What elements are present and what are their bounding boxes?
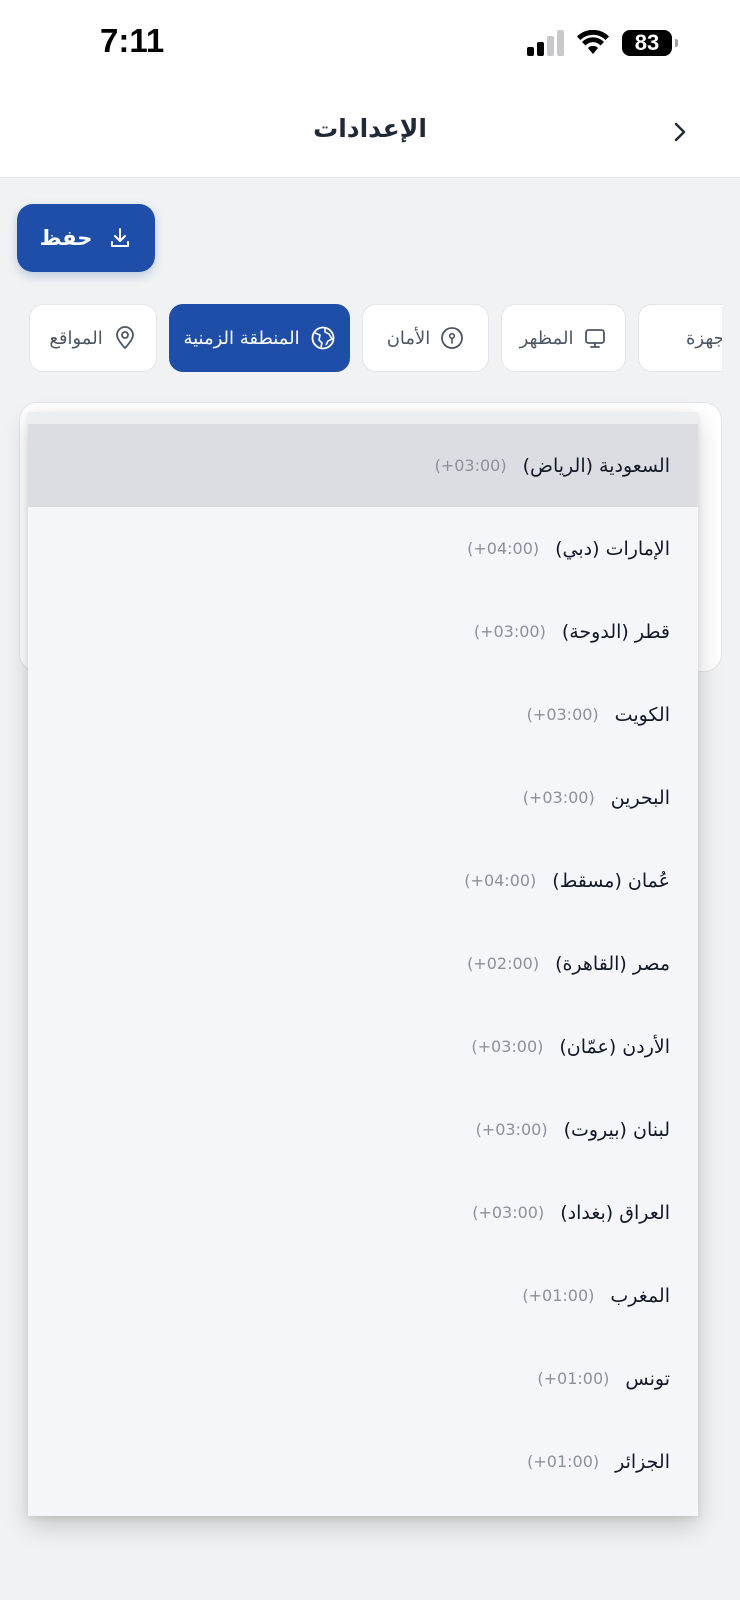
timezone-offset: (+01:00) bbox=[527, 1452, 600, 1471]
tab-label: المظهر bbox=[519, 327, 574, 349]
tab-timezone[interactable]: المنطقة الزمنية bbox=[169, 304, 350, 372]
tab-label: المواقع bbox=[49, 327, 103, 349]
status-bar: 7:11 83 bbox=[0, 0, 740, 90]
timezone-option[interactable]: العراق (بغداد) (+03:00) bbox=[28, 1171, 698, 1254]
timezone-offset: (+03:00) bbox=[472, 1203, 545, 1222]
timezone-option[interactable]: الجزائر (+01:00) bbox=[28, 1420, 698, 1503]
timezone-offset: (+04:00) bbox=[467, 539, 540, 558]
timezone-option[interactable]: الإمارات (دبي) (+04:00) bbox=[28, 507, 698, 590]
tab-label: الأمان bbox=[386, 327, 431, 349]
timezone-dropdown: السعودية (الرياض) (+03:00) الإمارات (دبي… bbox=[28, 412, 698, 1516]
timezone-name: العراق (بغداد) bbox=[560, 1201, 670, 1224]
timezone-offset: (+03:00) bbox=[475, 1120, 548, 1139]
save-button-label: حفظ bbox=[39, 226, 93, 250]
timezone-name: البحرين bbox=[610, 786, 670, 809]
timezone-name: لبنان (بيروت) bbox=[563, 1118, 670, 1141]
settings-tabs: المواقع المنطقة الزمنية الأمان المظهر ن … bbox=[0, 304, 722, 374]
timezone-option[interactable]: المغرب (+01:00) bbox=[28, 1254, 698, 1337]
tab-security[interactable]: الأمان bbox=[362, 304, 489, 372]
timezone-name: الجزائر bbox=[615, 1450, 670, 1473]
tab-devices[interactable]: ن الأجهزة bbox=[638, 304, 722, 372]
download-icon bbox=[111, 228, 130, 247]
tab-locations[interactable]: المواقع bbox=[29, 304, 157, 372]
timezone-name: الأردن (عمّان) bbox=[559, 1035, 670, 1058]
timezone-offset: (+01:00) bbox=[537, 1369, 610, 1388]
timezone-name: مصر (القاهرة) bbox=[555, 952, 670, 975]
timezone-name: تونس bbox=[625, 1367, 670, 1390]
timezone-option[interactable]: قطر (الدوحة) (+03:00) bbox=[28, 590, 698, 673]
timezone-name: الكويت bbox=[614, 703, 670, 726]
timezone-name: قطر (الدوحة) bbox=[561, 620, 670, 643]
timezone-option[interactable]: الأردن (عمّان) (+03:00) bbox=[28, 1005, 698, 1088]
security-icon bbox=[441, 327, 464, 349]
timezone-offset: (+03:00) bbox=[473, 622, 546, 641]
timezone-option[interactable]: تونس (+01:00) bbox=[28, 1337, 698, 1420]
location-pin-icon bbox=[115, 326, 134, 350]
tab-label: ن الأجهزة bbox=[686, 327, 722, 349]
timezone-offset: (+03:00) bbox=[434, 456, 507, 475]
tab-appearance[interactable]: المظهر bbox=[501, 304, 626, 372]
timezone-option[interactable]: البحرين (+03:00) bbox=[28, 756, 698, 839]
timezone-name: عُمان (مسقط) bbox=[552, 869, 670, 892]
save-button[interactable]: حفظ bbox=[17, 204, 155, 272]
timezone-offset: (+01:00) bbox=[522, 1286, 595, 1305]
timezone-offset: (+03:00) bbox=[471, 1037, 544, 1056]
timezone-option[interactable]: مصر (القاهرة) (+02:00) bbox=[28, 922, 698, 1005]
battery-icon: 83 bbox=[622, 30, 678, 56]
wifi-icon bbox=[577, 30, 609, 54]
timezone-offset: (+02:00) bbox=[467, 954, 540, 973]
tab-label: المنطقة الزمنية bbox=[183, 327, 300, 349]
cellular-signal-icon bbox=[527, 30, 564, 56]
timezone-offset: (+03:00) bbox=[526, 705, 599, 724]
timezone-option[interactable]: عُمان (مسقط) (+04:00) bbox=[28, 839, 698, 922]
status-icons: 83 bbox=[527, 28, 678, 58]
timezone-option[interactable]: لبنان (بيروت) (+03:00) bbox=[28, 1088, 698, 1171]
timezone-name: المغرب bbox=[610, 1284, 670, 1307]
monitor-icon bbox=[585, 329, 606, 348]
timezone-offset: (+03:00) bbox=[522, 788, 595, 807]
status-time: 7:11 bbox=[100, 22, 165, 59]
page-title: الإعدادات bbox=[313, 114, 427, 143]
timezone-option[interactable]: الكويت (+03:00) bbox=[28, 673, 698, 756]
timezone-offset: (+04:00) bbox=[464, 871, 537, 890]
timezone-name: الإمارات (دبي) bbox=[555, 537, 670, 560]
header: الإعدادات bbox=[0, 90, 740, 178]
globe-icon bbox=[311, 326, 334, 350]
timezone-name: السعودية (الرياض) bbox=[522, 454, 670, 477]
timezone-option-selected[interactable]: السعودية (الرياض) (+03:00) bbox=[28, 424, 698, 507]
back-chevron-icon[interactable] bbox=[664, 116, 696, 148]
